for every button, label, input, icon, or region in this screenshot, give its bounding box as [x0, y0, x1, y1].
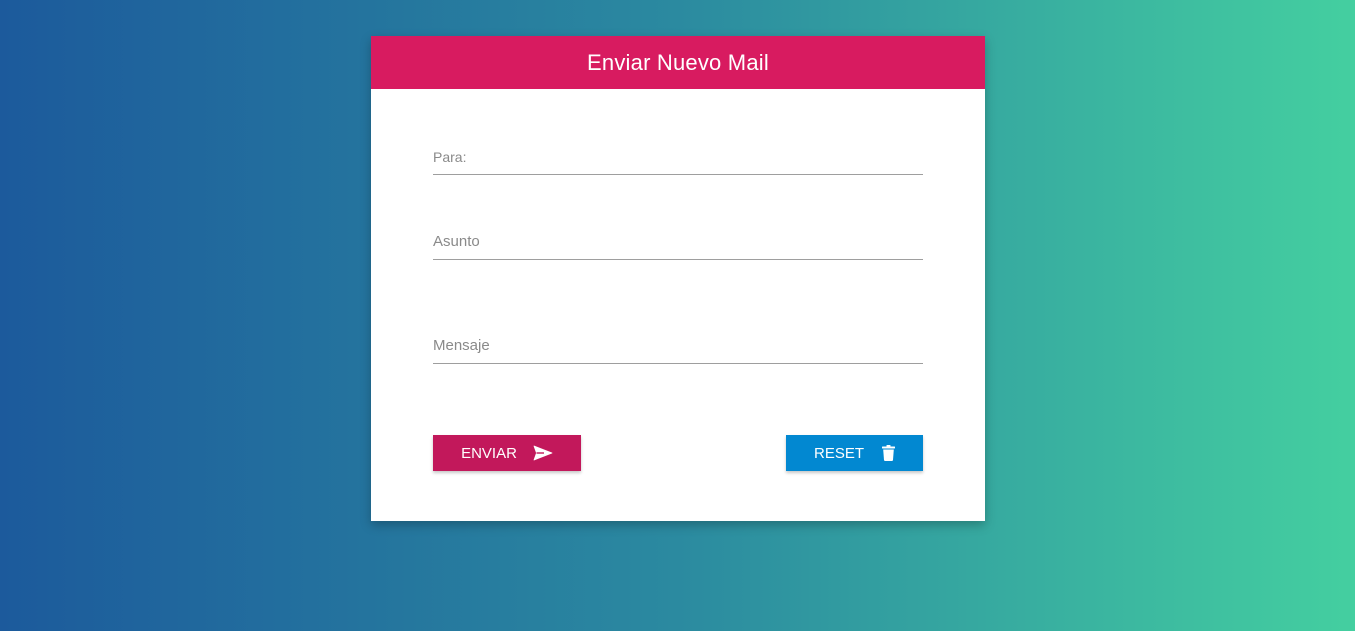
trash-icon: [882, 445, 895, 461]
mensaje-field: [433, 337, 923, 364]
send-icon: [533, 445, 553, 461]
send-button[interactable]: ENVIAR: [433, 435, 581, 471]
asunto-input[interactable]: [433, 233, 923, 259]
asunto-field: [433, 233, 923, 260]
mensaje-input[interactable]: [433, 337, 923, 363]
send-button-label: ENVIAR: [461, 444, 517, 462]
reset-button[interactable]: RESET: [786, 435, 923, 471]
mail-form-card: Enviar Nuevo Mail ENVIAR RESET: [371, 36, 985, 521]
para-input[interactable]: [433, 149, 923, 174]
reset-button-label: RESET: [813, 444, 864, 462]
form-header: Enviar Nuevo Mail: [371, 36, 985, 89]
para-field: [433, 149, 923, 175]
form-title: Enviar Nuevo Mail: [587, 49, 769, 75]
